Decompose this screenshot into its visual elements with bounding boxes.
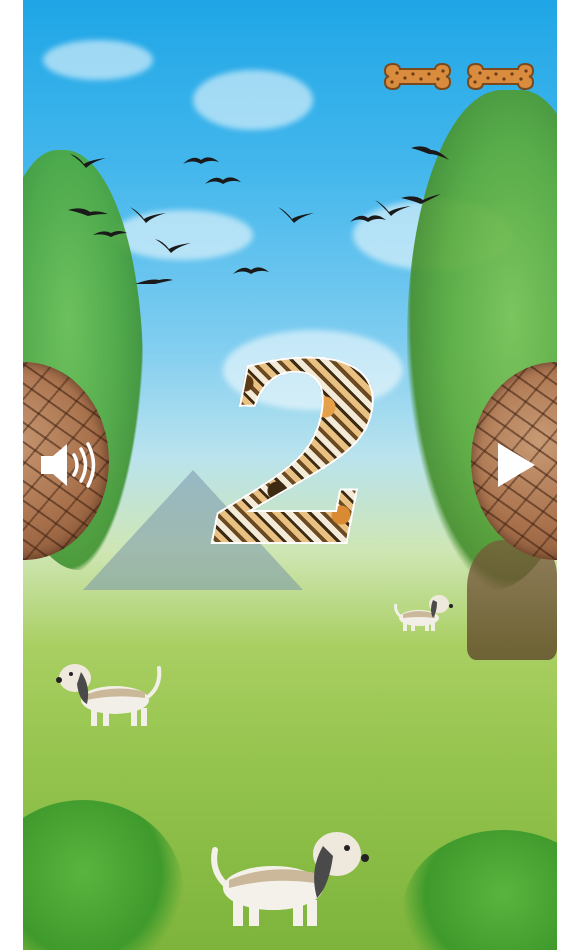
lives-indicator — [383, 61, 535, 92]
speaker-volume-icon — [41, 442, 96, 488]
basset-hound — [211, 832, 369, 926]
cloud — [43, 40, 153, 80]
bird — [93, 231, 127, 237]
bird — [135, 279, 173, 284]
play-triangle-icon — [498, 443, 535, 487]
basset-hound — [56, 664, 162, 726]
basset-hound — [394, 595, 453, 631]
bone-icon — [466, 62, 535, 91]
countdown-number: 2 — [212, 308, 388, 602]
cloud — [193, 70, 313, 130]
bird — [401, 194, 441, 204]
bush — [23, 800, 183, 950]
bird — [130, 207, 166, 223]
bone-icon — [383, 62, 452, 91]
game-scene: 2 — [23, 0, 557, 950]
bush — [403, 830, 557, 950]
bird — [205, 177, 241, 184]
bird — [183, 157, 219, 164]
bird — [68, 208, 108, 216]
bird — [278, 207, 314, 223]
bird — [70, 154, 106, 168]
bird — [411, 146, 449, 160]
bird — [233, 267, 269, 274]
bird — [155, 239, 191, 253]
